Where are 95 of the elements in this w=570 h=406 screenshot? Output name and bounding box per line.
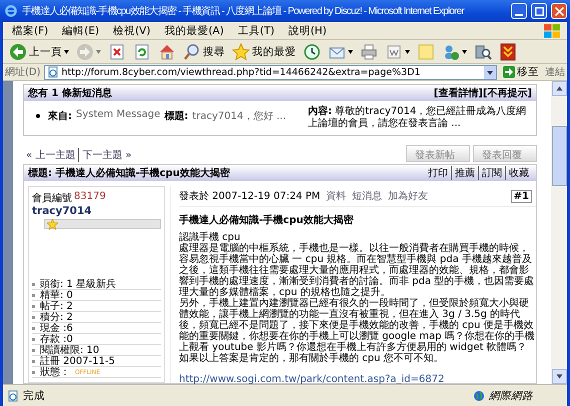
caret-icon <box>96 50 101 54</box>
address-field[interactable]: http://forum.8cyber.com/viewthread.php?tid=14466242&extra=page%3D1 <box>44 64 497 80</box>
address-label: 網址(D) <box>5 66 41 79</box>
sender-link[interactable]: System Message <box>76 109 160 130</box>
username-link[interactable]: tracy7014 <box>32 205 161 217</box>
right-arrow-icon <box>503 66 515 78</box>
favorites-button[interactable]: 我的最愛 <box>230 40 298 62</box>
status-text: 完成 <box>23 388 45 402</box>
message-title: 您有 1 條新短消息 <box>28 86 112 100</box>
stop-icon <box>108 42 126 60</box>
close-icon <box>554 6 564 16</box>
links-button[interactable]: 連結 <box>545 65 565 79</box>
subject-link[interactable]: tracy7014，您好 ... <box>192 109 286 130</box>
security-zone: 網際網路 <box>489 388 533 402</box>
caret-icon <box>462 50 467 54</box>
minimize-button[interactable] <box>511 3 527 19</box>
clock-icon <box>303 42 321 60</box>
menu-item[interactable]: 工具(T) <box>230 24 282 38</box>
star-icon <box>47 218 58 230</box>
bullet-icon <box>36 114 40 118</box>
source-link[interactable]: http://www.sogi.com.tw/park/content.asp?a_id=6872 <box>179 374 536 384</box>
globe-icon <box>473 390 485 402</box>
search-icon <box>183 42 201 60</box>
post-action-link[interactable]: 打印 <box>425 166 451 180</box>
author-link[interactable]: 短消息 <box>352 189 382 203</box>
subject-label: 標題: <box>164 110 188 124</box>
bullet-icon <box>32 348 35 352</box>
post-number: #1 <box>510 190 532 202</box>
window-title: 手機達人必備知識-手機cpu效能大揭密 - 手機資訊 - 八度網上論壇 - Powered by Discuz! - Microsoft Internet Explorer <box>22 4 466 18</box>
message-content: 內容: 尊敬的tracy7014，您已經註冊成為八度網上論壇的會員，請您在發表言論 ... <box>308 106 528 130</box>
back-button[interactable]: 上一頁 <box>7 40 71 62</box>
author-link[interactable]: 加為好友 <box>388 189 428 203</box>
message-action-link[interactable]: [查看詳情] <box>434 86 483 100</box>
page-icon <box>46 66 59 78</box>
message-action-link[interactable]: [不再提示] <box>482 86 532 100</box>
minimize-icon <box>515 14 523 16</box>
profile-stat: 積分: 2 <box>40 310 73 323</box>
maximize-button[interactable] <box>531 3 547 19</box>
status-label: 狀態： <box>40 366 70 379</box>
browser-logo-icon <box>4 4 18 18</box>
download-arrows-icon <box>499 42 517 60</box>
caret-icon <box>348 50 353 54</box>
go-button[interactable]: 移至 <box>500 65 542 79</box>
post-date: 發表於 2007-12-19 07:24 PM <box>179 190 320 203</box>
scroll-thumb[interactable] <box>552 126 566 186</box>
profile-stat: 頭銜: 1 星級新兵 <box>40 278 116 290</box>
profile-stat: 存款 :0 <box>40 333 73 345</box>
author-link[interactable]: 資料 <box>326 189 346 203</box>
member-number-label: 會員編號 <box>32 192 72 205</box>
caret-icon <box>64 50 69 54</box>
post-action-link[interactable]: 訂閱 <box>478 166 505 180</box>
maximize-icon <box>534 6 544 16</box>
bullet-icon <box>32 338 35 340</box>
post-heading: 手機達人必備知識-手機cpu效能大揭密 <box>179 214 354 227</box>
thread-nav-link[interactable]: 下一主題 » <box>78 148 135 162</box>
bullet-icon <box>32 304 35 308</box>
post-paragraph: 處理器是電腦的中樞系統，手機也是一樣。以往一般消費者在購買手機的時候，容易忽視手機當中的心臟 一 cpu 規格。而在智慧型手機與 pda 手機越來越普及之後，這類手機往往需要處理大量的應用程式，而處理器的效能、規格，都會影響到手機的處理速度，漸漸受到消費者的討論。而非 pda 型的手機，也因需要處理大量的多媒體檔案，cpu 的規格也隨之提升。 <box>179 243 536 298</box>
menu-item[interactable]: 檢視(V) <box>106 24 158 38</box>
flag-logo-icon <box>543 22 561 38</box>
post-action-link[interactable]: 推薦 <box>451 166 478 180</box>
bullet-icon <box>32 326 35 330</box>
post-paragraph: 認識手機 cpu <box>179 232 242 243</box>
member-number: 83179 <box>74 191 106 204</box>
refresh-icon <box>133 42 151 60</box>
star-icon <box>232 42 250 60</box>
menu-item[interactable]: 編輯(E) <box>55 24 106 38</box>
house-icon <box>158 42 176 60</box>
people-icon <box>442 42 460 60</box>
bullet-icon <box>32 370 35 374</box>
post-title: 標題: 手機達人必備知識-手機cpu效能大揭密 <box>28 166 230 180</box>
close-button[interactable] <box>551 3 567 19</box>
from-label: 來自: <box>48 110 72 124</box>
profile-stat: 現金 :6 <box>40 322 73 334</box>
profile-stat: 帖子: 2 <box>40 300 73 312</box>
caret-icon <box>405 50 410 54</box>
menu-item[interactable]: 檔案(F) <box>5 24 56 38</box>
menu-item[interactable]: 說明(H) <box>281 24 334 38</box>
document-icon <box>385 42 403 60</box>
menu-item[interactable]: 我的最愛(A) <box>157 24 231 38</box>
printer-icon <box>360 42 378 60</box>
page-icon <box>7 390 19 402</box>
profile-stat: 閱讀權限: 10 <box>40 344 100 356</box>
bullet-icon <box>32 294 35 296</box>
scrollbar[interactable] <box>551 81 567 384</box>
sticky-note-icon <box>417 42 435 60</box>
search-button[interactable]: 搜尋 <box>181 40 227 62</box>
book-magnifier-icon <box>474 42 492 60</box>
post-action-link[interactable]: 收藏 <box>505 166 532 180</box>
bullet-icon <box>32 282 35 286</box>
profile-stat: 註冊 2007-11-5 <box>40 354 115 367</box>
post-paragraph: 另外，手機上建置內建瀏覽器已經有很久的一段時間了，但受限於頻寬大小與硬體效能，讓手機上網瀏覽的功能一直沒有被重視，但在進入 3g / 3.5g 的時代後，頻寬已經不是問題了，接下來便是手機效能的改善，手機的 cpu 便是手機效能的重要關鍵，你想要在你的手機上可以瀏覽 google map 嗎？你想在你的手機上觀看 youtube 影片嗎？你還想在手機上有許多方便易用的 widget 軟體嗎？如果以上答案是肯定的，那有關於手機的 cpu 您不可不知。 <box>179 298 536 364</box>
bullet-icon <box>32 360 35 362</box>
thread-nav-link[interactable]: « 上一主題 <box>23 148 78 162</box>
profile-stat: 精華: 0 <box>40 288 73 301</box>
bullet-icon <box>32 316 35 318</box>
